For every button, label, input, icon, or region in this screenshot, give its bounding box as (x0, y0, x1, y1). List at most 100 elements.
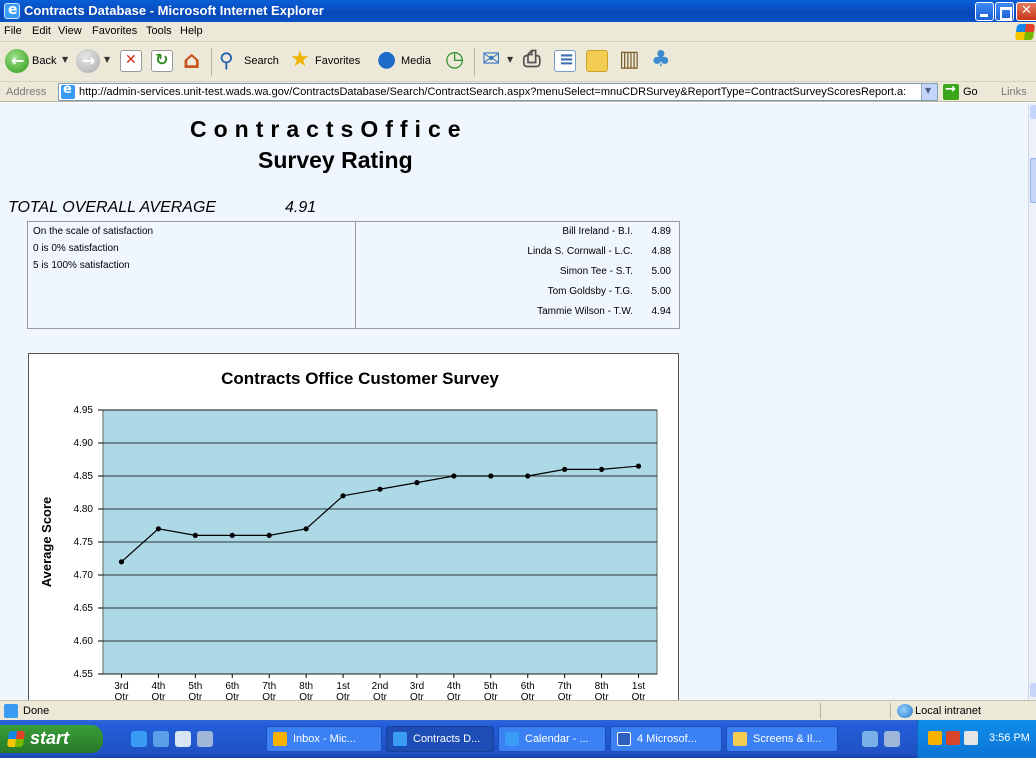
browser-quicklaunch-icon[interactable] (153, 731, 169, 747)
search-button[interactable]: Search (244, 55, 279, 67)
menu-help[interactable]: Help (180, 25, 203, 37)
media-icon[interactable] (376, 47, 398, 72)
staff-row: Bill Ireland - B.I. 4.89 (356, 226, 681, 242)
clock: 3:56 PM (989, 732, 1030, 744)
start-button[interactable]: start (0, 725, 103, 753)
favorites-star-icon[interactable] (290, 47, 312, 72)
taskbar-calendar[interactable]: Calendar - ... (498, 726, 606, 752)
media-button[interactable]: Media (401, 55, 431, 67)
staff-row: Tammie Wilson - T.W. 4.94 (356, 306, 681, 322)
data-point (192, 532, 198, 538)
x-tick-label: Qtr (447, 692, 462, 700)
address-url[interactable]: http://admin-services.unit-test.wads.wa.… (79, 86, 917, 98)
taskbar-contracts[interactable]: Contracts D... (386, 726, 494, 752)
task-label: Calendar - ... (525, 733, 589, 745)
edit-icon[interactable] (554, 49, 576, 72)
minimize-button[interactable] (975, 2, 994, 21)
scroll-down-button[interactable] (1030, 683, 1036, 697)
staff-row: Linda S. Cornwall - L.C. 4.88 (356, 246, 681, 262)
close-button[interactable] (1016, 2, 1036, 21)
history-icon[interactable] (444, 47, 466, 72)
go-arrow-icon[interactable] (943, 82, 959, 100)
x-tick-label: Qtr (632, 692, 647, 700)
task-label: Screens & Il... (753, 733, 822, 745)
data-point (118, 559, 125, 565)
staff-name: Linda S. Cornwall - L.C. (527, 246, 633, 257)
x-tick-label: 8th (595, 681, 609, 692)
scroll-thumb[interactable] (1030, 158, 1036, 203)
tray-app-icon[interactable] (928, 731, 942, 745)
data-point (155, 526, 161, 532)
menu-edit[interactable]: Edit (32, 25, 51, 37)
title-bar: Contracts Database - Microsoft Internet … (0, 0, 1036, 22)
menu-favorites[interactable]: Favorites (92, 25, 137, 37)
y-tick-label: 4.85 (74, 471, 94, 482)
search-icon[interactable] (218, 48, 240, 72)
menu-file[interactable]: File (4, 25, 22, 37)
taskbar-word[interactable]: 4 Microsof... (610, 726, 722, 752)
overall-average-value: 4.91 (285, 199, 317, 216)
calendar-quicklaunch-icon[interactable] (175, 731, 191, 747)
mail-icon[interactable] (482, 47, 504, 72)
x-tick-label: Qtr (484, 692, 499, 700)
back-button[interactable]: Back (32, 55, 56, 67)
x-tick-label: 8th (299, 681, 313, 692)
taskbar-inbox[interactable]: Inbox - Mic... (266, 726, 382, 752)
folder-icon[interactable] (586, 50, 608, 72)
research-icon[interactable] (618, 47, 640, 72)
menu-view[interactable]: View (58, 25, 82, 37)
x-tick-label: Qtr (299, 692, 314, 700)
tray-network-icon[interactable] (946, 731, 960, 745)
y-tick-label: 4.75 (74, 537, 94, 548)
maximize-button[interactable] (995, 2, 1014, 21)
stop-icon[interactable] (120, 50, 142, 72)
x-tick-label: 4th (447, 681, 461, 692)
data-point (340, 493, 346, 499)
menu-tools[interactable]: Tools (146, 25, 172, 37)
x-tick-label: 1st (336, 681, 350, 692)
chart-canvas: Contracts Office Customer Survey 4.95 4.90… (39, 369, 658, 700)
address-input[interactable]: http://admin-services.unit-test.wads.wa.… (58, 82, 938, 101)
tray-shield-icon[interactable] (964, 731, 978, 745)
favorites-button[interactable]: Favorites (315, 55, 360, 67)
address-dropdown-icon[interactable] (921, 84, 937, 100)
refresh-icon[interactable] (151, 50, 173, 72)
page-done-icon (4, 704, 18, 718)
data-point (488, 473, 494, 479)
window-tool-icon[interactable] (884, 731, 900, 747)
links-button[interactable]: Links (1001, 86, 1027, 98)
home-icon[interactable] (183, 46, 205, 74)
staff-score: 4.88 (651, 246, 671, 257)
back-dropdown-icon[interactable]: ▼ (62, 55, 68, 64)
address-bar: Address http://admin-services.unit-test.… (0, 82, 1036, 102)
taskbar-screens[interactable]: Screens & Il... (726, 726, 838, 752)
staff-name: Tom Goldsby - T.G. (547, 286, 633, 297)
folder-icon (733, 732, 747, 746)
y-tick-label: 4.70 (74, 570, 94, 581)
ie-icon (393, 732, 407, 746)
x-tick-label: Qtr (373, 692, 388, 700)
y-tick-label: 4.60 (74, 636, 94, 647)
x-tick-label: 3rd (410, 681, 424, 692)
y-tick-label: 4.65 (74, 603, 94, 614)
back-arrow-icon[interactable] (5, 49, 29, 73)
survey-chart: Contracts Office Customer Survey 4.95 4.90… (28, 353, 679, 700)
x-tick-label: Qtr (336, 692, 351, 700)
scroll-up-button[interactable] (1030, 105, 1036, 119)
messenger-icon[interactable] (650, 47, 672, 72)
x-tick-label: Qtr (521, 692, 536, 700)
mail-dropdown-icon[interactable]: ▼ (507, 55, 513, 64)
data-point (414, 480, 420, 486)
ie-quicklaunch-icon[interactable] (131, 731, 147, 747)
print-icon[interactable] (522, 47, 544, 72)
staff-score: 4.89 (651, 226, 671, 237)
pen-tool-icon[interactable] (862, 731, 878, 747)
chart-title: Contracts Office Customer Survey (221, 369, 499, 388)
desktop-quicklaunch-icon[interactable] (197, 731, 213, 747)
forward-dropdown-icon[interactable]: ▼ (104, 55, 110, 64)
staff-scores-box: Bill Ireland - B.I. 4.89 Linda S. Cornwa… (355, 221, 680, 329)
forward-arrow-icon[interactable] (76, 49, 100, 73)
vertical-scrollbar[interactable] (1028, 103, 1036, 700)
go-button[interactable]: Go (963, 86, 978, 98)
x-tick-label: 7th (262, 681, 276, 692)
